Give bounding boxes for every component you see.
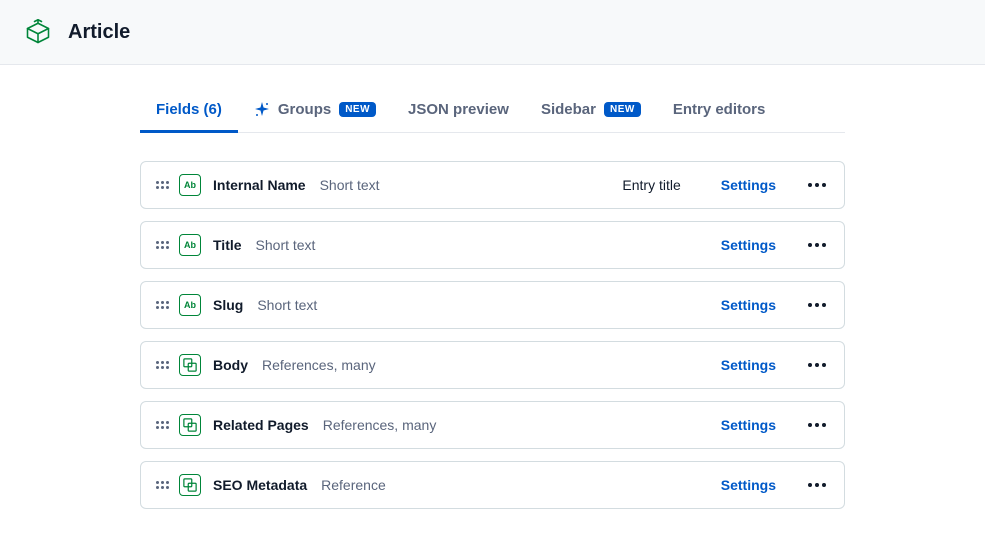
more-actions-icon[interactable] xyxy=(804,359,830,371)
field-name: Title xyxy=(213,237,242,253)
settings-button[interactable]: Settings xyxy=(721,477,776,493)
field-name: Related Pages xyxy=(213,417,309,433)
tab-groups[interactable]: Groups NEW xyxy=(238,91,392,132)
settings-button[interactable]: Settings xyxy=(721,237,776,253)
more-actions-icon[interactable] xyxy=(804,299,830,311)
reference-field-icon xyxy=(179,414,201,436)
more-actions-icon[interactable] xyxy=(804,479,830,491)
field-row: Ab Internal Name Short text Entry title Sett… xyxy=(140,161,845,209)
field-row: Ab Title Short text Settings xyxy=(140,221,845,269)
field-row: Related Pages References, many Settings xyxy=(140,401,845,449)
field-meta: Entry title xyxy=(622,177,680,193)
field-name: Slug xyxy=(213,297,243,313)
field-type: Reference xyxy=(321,477,386,493)
field-name: Body xyxy=(213,357,248,373)
field-row: SEO Metadata Reference Settings xyxy=(140,461,845,509)
tab-label: Fields (6) xyxy=(156,101,222,118)
drag-handle-icon[interactable] xyxy=(155,298,169,312)
field-type: References, many xyxy=(323,417,437,433)
reference-field-icon xyxy=(179,474,201,496)
field-type: Short text xyxy=(257,297,317,313)
more-actions-icon[interactable] xyxy=(804,179,830,191)
new-badge: NEW xyxy=(604,102,641,117)
text-field-icon: Ab xyxy=(179,234,201,256)
drag-handle-icon[interactable] xyxy=(155,478,169,492)
tab-sidebar[interactable]: Sidebar NEW xyxy=(525,91,657,132)
field-type: Short text xyxy=(256,237,316,253)
tab-entry-editors[interactable]: Entry editors xyxy=(657,91,782,132)
content-area: Fields (6) Groups NEW JSON preview Sidebar NE… xyxy=(0,65,985,509)
content-type-icon xyxy=(24,18,52,46)
drag-handle-icon[interactable] xyxy=(155,178,169,192)
tab-label: Sidebar xyxy=(541,101,596,118)
tab-label: JSON preview xyxy=(408,101,509,118)
more-actions-icon[interactable] xyxy=(804,239,830,251)
tab-label: Entry editors xyxy=(673,101,766,118)
page-title: Article xyxy=(68,21,130,44)
new-badge: NEW xyxy=(339,102,376,117)
more-actions-icon[interactable] xyxy=(804,419,830,431)
field-name: Internal Name xyxy=(213,177,306,193)
field-row: Ab Slug Short text Settings xyxy=(140,281,845,329)
settings-button[interactable]: Settings xyxy=(721,297,776,313)
tab-json-preview[interactable]: JSON preview xyxy=(392,91,525,132)
page-header: Article xyxy=(0,0,985,65)
drag-handle-icon[interactable] xyxy=(155,238,169,252)
drag-handle-icon[interactable] xyxy=(155,418,169,432)
reference-field-icon xyxy=(179,354,201,376)
field-name: SEO Metadata xyxy=(213,477,307,493)
tab-label: Groups xyxy=(278,101,331,118)
settings-button[interactable]: Settings xyxy=(721,177,776,193)
drag-handle-icon[interactable] xyxy=(155,358,169,372)
tab-fields-6[interactable]: Fields (6) xyxy=(140,91,238,132)
field-type: Short text xyxy=(320,177,380,193)
text-field-icon: Ab xyxy=(179,294,201,316)
fields-list: Ab Internal Name Short text Entry title Sett… xyxy=(140,133,845,509)
field-row: Body References, many Settings xyxy=(140,341,845,389)
sparkle-icon xyxy=(254,102,270,118)
text-field-icon: Ab xyxy=(179,174,201,196)
settings-button[interactable]: Settings xyxy=(721,357,776,373)
tabs-nav: Fields (6) Groups NEW JSON preview Sidebar NE… xyxy=(140,65,845,133)
settings-button[interactable]: Settings xyxy=(721,417,776,433)
field-type: References, many xyxy=(262,357,376,373)
